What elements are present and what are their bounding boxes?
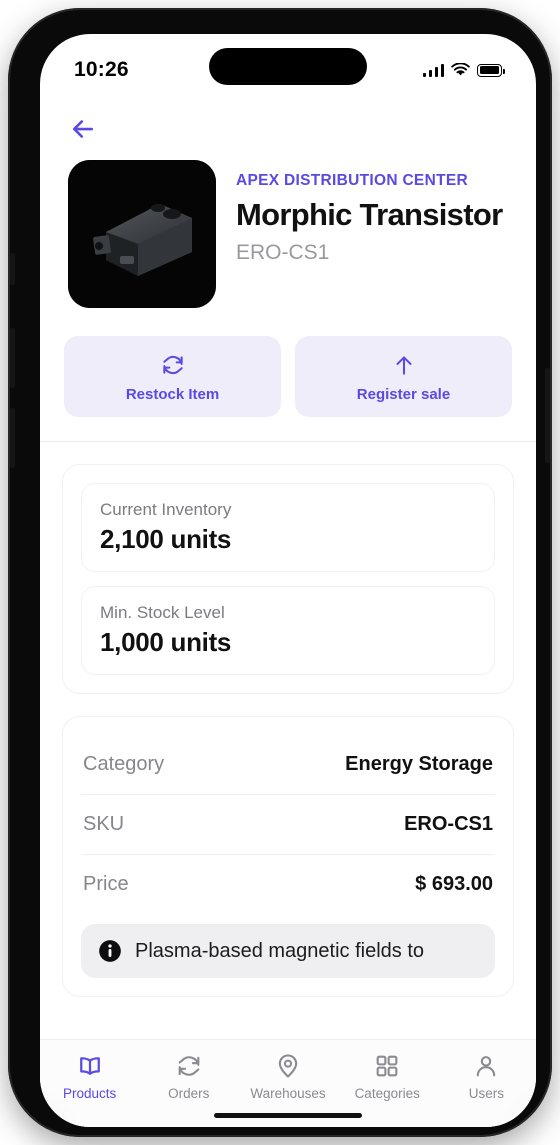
action-buttons: Restock Item Register sale <box>40 308 536 441</box>
register-sale-button[interactable]: Register sale <box>295 336 512 417</box>
tab-users[interactable]: Users <box>437 1052 536 1101</box>
tab-label-categories: Categories <box>354 1086 420 1101</box>
inventory-card: Current Inventory 2,100 units Min. Stock… <box>62 464 514 694</box>
tab-label-warehouses: Warehouses <box>250 1086 326 1101</box>
tab-categories[interactable]: Categories <box>338 1052 437 1101</box>
min-stock-level-value: 1,000 units <box>100 627 232 657</box>
current-inventory-box: Current Inventory 2,100 units <box>81 483 495 572</box>
min-stock-level-label: Min. Stock Level <box>100 603 225 622</box>
battery-full-icon <box>477 63 505 77</box>
detail-row: Category Energy Storage <box>81 735 495 794</box>
status-time: 10:26 <box>74 58 129 81</box>
info-note-text: Plasma-based magnetic fields to <box>135 940 425 962</box>
current-inventory-value: 2,100 units <box>100 524 232 554</box>
vendor-label: APEX DISTRIBUTION CENTER <box>236 172 468 189</box>
restock-item-button[interactable]: Restock Item <box>64 336 281 417</box>
info-circle-icon <box>99 940 121 962</box>
book-icon <box>79 1057 100 1075</box>
back-arrow-icon[interactable] <box>68 114 98 144</box>
scroll-area[interactable]: Current Inventory 2,100 units Min. Stock… <box>40 442 536 997</box>
tab-label-products: Products <box>62 1086 117 1101</box>
back-row <box>40 96 536 150</box>
user-icon <box>477 1056 496 1077</box>
product-title: Morphic Transistor <box>236 197 503 232</box>
info-note: Plasma-based magnetic fields to <box>81 924 495 978</box>
tab-orders[interactable]: Orders <box>139 1052 238 1101</box>
detail-value-price: $ 693.00 <box>415 873 493 895</box>
detail-value-category: Energy Storage <box>345 753 493 775</box>
detail-value-sku: ERO-CS1 <box>404 813 493 835</box>
product-image[interactable] <box>68 160 216 308</box>
details-card: Category Energy Storage SKU ERO-CS1 Pric… <box>62 716 514 997</box>
silent-switch[interactable] <box>10 253 15 285</box>
power-button[interactable] <box>545 368 550 463</box>
screenshot-root: 10:26 APEX DISTRIBUTION CENTER Morphic T… <box>0 0 560 1145</box>
tab-label-users: Users <box>468 1086 505 1101</box>
detail-key-price: Price <box>83 873 129 895</box>
phone-frame: 10:26 APEX DISTRIBUTION CENTER Morphic T… <box>8 8 552 1137</box>
tab-products[interactable]: Products <box>40 1052 139 1101</box>
register-sale-label: Register sale <box>356 386 451 403</box>
bottom-tab-bar: Products Orders Warehouses Categories Us… <box>40 1039 536 1127</box>
detail-key-sku: SKU <box>83 813 125 835</box>
industrial-component-render <box>68 160 216 308</box>
volume-down-button[interactable] <box>10 408 15 468</box>
detail-row: SKU ERO-CS1 <box>81 794 495 854</box>
detail-key-category: Category <box>83 753 165 775</box>
refresh-icon <box>178 1056 200 1076</box>
detail-row: Price $ 693.00 <box>81 854 495 914</box>
grid-icon <box>376 1055 398 1077</box>
page-content: APEX DISTRIBUTION CENTER Morphic Transis… <box>40 96 536 1127</box>
product-head-text: APEX DISTRIBUTION CENTER Morphic Transis… <box>236 160 503 265</box>
signal-bars-icon <box>422 63 444 77</box>
dynamic-island <box>209 48 367 85</box>
home-indicator[interactable] <box>214 1113 362 1118</box>
refresh-icon <box>162 355 183 375</box>
status-icons <box>422 63 505 77</box>
phone-screen: 10:26 APEX DISTRIBUTION CENTER Morphic T… <box>40 34 536 1127</box>
wifi-icon <box>451 63 470 76</box>
current-inventory-label: Current Inventory <box>100 500 232 519</box>
product-header: APEX DISTRIBUTION CENTER Morphic Transis… <box>40 150 536 308</box>
arrow-up-icon <box>395 356 412 375</box>
map-pin-icon <box>278 1054 298 1078</box>
restock-item-label: Restock Item <box>125 386 220 403</box>
status-bar: 10:26 <box>40 34 536 96</box>
tab-warehouses[interactable]: Warehouses <box>238 1052 337 1101</box>
tab-label-orders: Orders <box>168 1086 210 1101</box>
volume-up-button[interactable] <box>10 328 15 388</box>
product-subtitle: ERO-CS1 <box>236 240 330 264</box>
min-stock-level-box: Min. Stock Level 1,000 units <box>81 586 495 675</box>
